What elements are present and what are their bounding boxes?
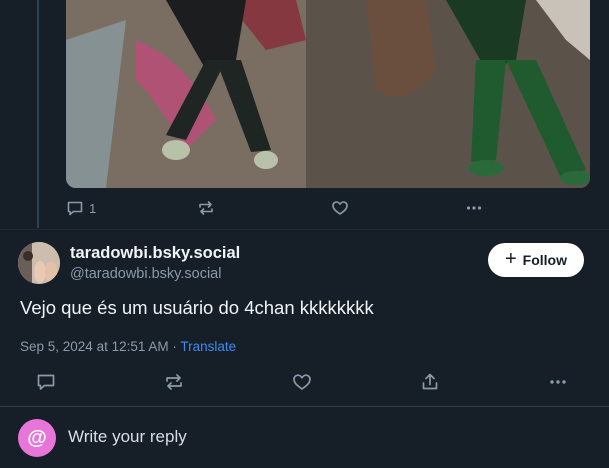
more-icon (466, 206, 482, 210)
repost-icon (166, 374, 182, 390)
dancing-figures-image (66, 0, 590, 188)
parent-like-button[interactable] (331, 199, 349, 217)
at-sign-icon: @ (27, 426, 47, 449)
reply-icon (67, 201, 83, 216)
post-timestamp: Sep 5, 2024 at 12:51 AM (20, 339, 169, 354)
post-actions (0, 368, 609, 396)
reply-composer[interactable]: @ Write your reply (0, 407, 609, 468)
avatar[interactable] (18, 242, 60, 284)
share-icon (422, 373, 438, 390)
parent-repost-button[interactable] (197, 199, 215, 217)
user-avatar: @ (18, 419, 56, 457)
avatar-image (18, 242, 60, 284)
parent-post-image[interactable] (66, 0, 590, 188)
post-text: Vejo que és um usuário do 4chan kkkkkkkk (20, 297, 374, 318)
parent-reply-button[interactable]: 1 (66, 199, 96, 217)
plus-icon: + (504, 248, 517, 270)
like-button[interactable] (292, 372, 312, 392)
divider (0, 229, 609, 230)
translate-link[interactable]: Translate (180, 339, 236, 354)
more-icon (550, 380, 566, 384)
like-icon (293, 374, 311, 390)
meta-separator: · (172, 339, 177, 354)
follow-button[interactable]: + Follow (488, 243, 584, 277)
author-display-name[interactable]: taradowbi.bsky.social (70, 244, 240, 263)
repost-icon (199, 201, 213, 215)
more-button[interactable] (548, 372, 568, 392)
follow-button-label: Follow (522, 252, 567, 268)
reply-icon (37, 374, 55, 390)
author-handle[interactable]: @taradowbi.bsky.social (70, 266, 221, 282)
post-meta: Sep 5, 2024 at 12:51 AM · Translate (20, 339, 236, 354)
parent-reply-count: 1 (89, 200, 97, 216)
reply-input[interactable]: Write your reply (68, 427, 187, 447)
thread-connector-line (37, 0, 39, 228)
parent-post-actions: 1 (66, 196, 526, 220)
reply-button[interactable] (36, 372, 56, 392)
like-icon (332, 201, 348, 215)
share-button[interactable] (420, 372, 440, 392)
parent-more-button[interactable] (465, 199, 483, 217)
repost-button[interactable] (164, 372, 184, 392)
